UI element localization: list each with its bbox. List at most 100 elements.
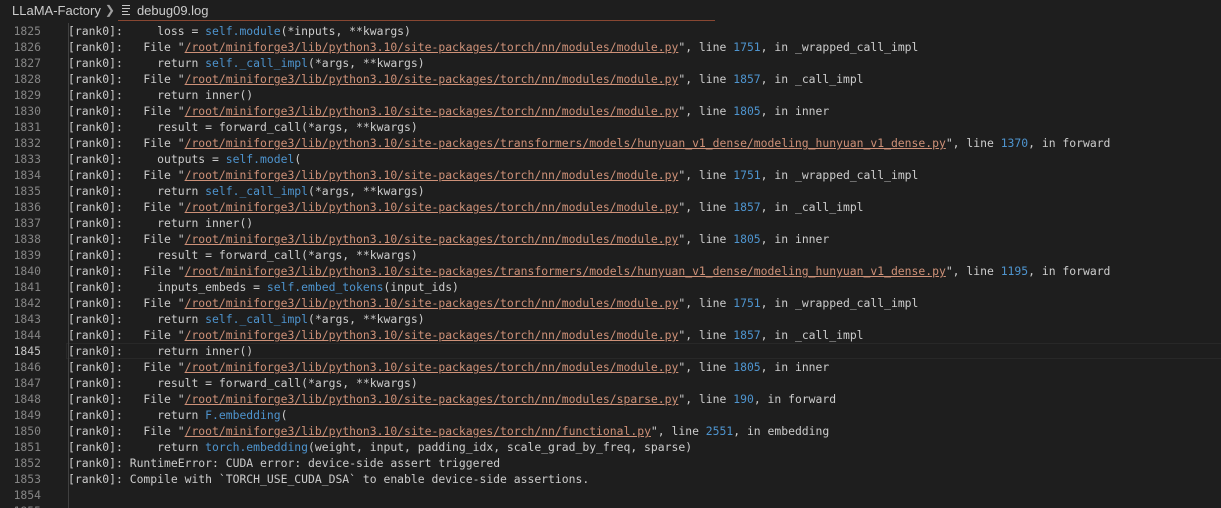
code-text: [rank0]: result = forward_call(*args, **… <box>68 247 418 263</box>
code-line[interactable]: 1840 [rank0]: File "/root/miniforge3/lib/… <box>0 263 1221 279</box>
file-path-link[interactable]: /root/miniforge3/lib/python3.10/site-pac… <box>185 296 679 310</box>
code-token: ", line <box>678 328 734 342</box>
code-token: [rank0]: result = forward_call(*args, **… <box>68 376 418 390</box>
file-path-link[interactable]: /root/miniforge3/lib/python3.10/site-pac… <box>185 40 679 54</box>
code-line[interactable]: 1853 [rank0]: Compile with `TORCH_USE_CUD… <box>0 471 1221 487</box>
code-token: 1857 <box>733 72 761 86</box>
editor[interactable]: 1825 [rank0]: loss = self.module(*inputs,… <box>0 20 1221 508</box>
line-number: 1835 <box>13 184 41 198</box>
file-path-link[interactable]: /root/miniforge3/lib/python3.10/site-pac… <box>185 424 651 438</box>
code-token: self.embed_tokens <box>266 280 384 294</box>
code-token: , in forward <box>753 392 837 406</box>
code-line[interactable]: 1825 [rank0]: loss = self.module(*inputs,… <box>0 23 1221 39</box>
code-line[interactable]: 1855 <box>0 503 1221 508</box>
line-number: 1836 <box>13 200 41 214</box>
line-number: 1837 <box>13 216 41 230</box>
code-text: [rank0]: return inner() <box>68 87 253 103</box>
code-line[interactable]: 1826 [rank0]: File "/root/miniforge3/lib/… <box>0 39 1221 55</box>
code-line[interactable]: 1851 [rank0]: return torch.embedding(weig… <box>0 439 1221 455</box>
line-number: 1831 <box>13 120 41 134</box>
code-token: 1751 <box>733 168 761 182</box>
code-token: [rank0]: return <box>68 184 206 198</box>
code-line[interactable]: 1841 [rank0]: inputs_embeds = self.embed_… <box>0 279 1221 295</box>
code-line[interactable]: 1835 [rank0]: return self._call_impl(*arg… <box>0 183 1221 199</box>
code-line[interactable]: 1844 [rank0]: File "/root/miniforge3/lib/… <box>0 327 1221 343</box>
file-path-link[interactable]: /root/miniforge3/lib/python3.10/site-pac… <box>185 200 679 214</box>
code-token: [rank0]: Compile with `TORCH_USE_CUDA_DS… <box>68 472 590 486</box>
file-path-link[interactable]: /root/miniforge3/lib/python3.10/site-pac… <box>185 360 679 374</box>
code-line[interactable]: 1834 [rank0]: File "/root/miniforge3/lib/… <box>0 167 1221 183</box>
file-path-link[interactable]: /root/miniforge3/lib/python3.10/site-pac… <box>185 392 679 406</box>
code-line[interactable]: 1849 [rank0]: return F.embedding( <box>0 407 1221 423</box>
code-line[interactable]: 1827 [rank0]: return self._call_impl(*arg… <box>0 55 1221 71</box>
code-text: [rank0]: File "/root/miniforge3/lib/pyth… <box>68 263 1110 279</box>
code-text: [rank0]: File "/root/miniforge3/lib/pyth… <box>68 391 836 407</box>
file-path-link[interactable]: /root/miniforge3/lib/python3.10/site-pac… <box>185 104 679 118</box>
file-path-link[interactable]: /root/miniforge3/lib/python3.10/site-pac… <box>185 72 679 86</box>
line-number: 1825 <box>13 24 41 38</box>
code-token: , in _wrapped_call_impl <box>760 40 919 54</box>
code-line[interactable]: 1848 [rank0]: File "/root/miniforge3/lib/… <box>0 391 1221 407</box>
code-token: 2551 <box>705 424 734 438</box>
breadcrumb-file[interactable]: debug09.log <box>137 3 209 18</box>
file-path-link[interactable]: /root/miniforge3/lib/python3.10/site-pac… <box>185 136 946 150</box>
code-token: (*args, **kwargs) <box>308 56 425 70</box>
line-number: 1826 <box>13 40 41 54</box>
line-number: 1827 <box>13 56 41 70</box>
code-line[interactable]: 1836 [rank0]: File "/root/miniforge3/lib/… <box>0 199 1221 215</box>
line-number: 1853 <box>13 472 41 486</box>
code-token: 1751 <box>733 40 761 54</box>
code-token: ", line <box>678 104 734 118</box>
code-token: [rank0]: File " <box>68 72 185 86</box>
code-text: [rank0]: return torch.embedding(weight, … <box>68 439 692 455</box>
code-token: error: <box>260 456 302 470</box>
code-line[interactable]: 1845 [rank0]: return inner() <box>0 343 1221 359</box>
code-text: [rank0]: File "/root/miniforge3/lib/pyth… <box>68 199 864 215</box>
code-line[interactable]: 1852 [rank0]: RuntimeError: CUDA error: d… <box>0 455 1221 471</box>
code-line[interactable]: 1832 [rank0]: File "/root/miniforge3/lib/… <box>0 135 1221 151</box>
code-line[interactable]: 1830 [rank0]: File "/root/miniforge3/lib/… <box>0 103 1221 119</box>
code-token: , in inner <box>760 360 830 374</box>
code-token: [rank0]: File " <box>68 424 185 438</box>
code-line[interactable]: 1828 [rank0]: File "/root/miniforge3/lib/… <box>0 71 1221 87</box>
code-text: [rank0]: return self._call_impl(*args, *… <box>68 55 425 71</box>
file-path-link[interactable]: /root/miniforge3/lib/python3.10/site-pac… <box>185 328 679 342</box>
file-lines-icon <box>120 4 132 16</box>
line-number: 1832 <box>13 136 41 150</box>
code-line[interactable]: 1829 [rank0]: return inner() <box>0 87 1221 103</box>
code-line[interactable]: 1842 [rank0]: File "/root/miniforge3/lib/… <box>0 295 1221 311</box>
code-text: [rank0]: outputs = self.model( <box>68 151 301 167</box>
code-line[interactable]: 1854 <box>0 487 1221 503</box>
code-text: [rank0]: File "/root/miniforge3/lib/pyth… <box>68 71 864 87</box>
code-line[interactable]: 1831 [rank0]: result = forward_call(*args… <box>0 119 1221 135</box>
code-token: (*args, **kwargs) <box>308 184 425 198</box>
code-text: [rank0]: RuntimeError: CUDA error: devic… <box>68 455 500 471</box>
code-line[interactable]: 1833 [rank0]: outputs = self.model( <box>0 151 1221 167</box>
code-text: [rank0]: return F.embedding( <box>68 407 287 423</box>
line-number: 1852 <box>13 456 41 470</box>
code-token: [rank0]: return <box>68 408 206 422</box>
code-line[interactable]: 1843 [rank0]: return self._call_impl(*arg… <box>0 311 1221 327</box>
code-line[interactable]: 1839 [rank0]: result = forward_call(*args… <box>0 247 1221 263</box>
code-token: , in forward <box>1028 264 1111 278</box>
code-line[interactable]: 1837 [rank0]: return inner() <box>0 215 1221 231</box>
file-path-link[interactable]: /root/miniforge3/lib/python3.10/site-pac… <box>185 168 679 182</box>
code-text: [rank0]: return self._call_impl(*args, *… <box>68 311 425 327</box>
code-token: ", line <box>678 40 734 54</box>
breadcrumb-folder[interactable]: LLaMA-Factory <box>12 3 101 18</box>
code-text: [rank0]: File "/root/miniforge3/lib/pyth… <box>68 39 918 55</box>
line-number: 1838 <box>13 232 41 246</box>
code-token: self._call_impl <box>205 56 309 70</box>
file-path-link[interactable]: /root/miniforge3/lib/python3.10/site-pac… <box>185 232 679 246</box>
code-line[interactable]: 1846 [rank0]: File "/root/miniforge3/lib/… <box>0 359 1221 375</box>
code-token: [rank0]: inputs_embeds = <box>68 280 267 294</box>
code-line[interactable]: 1847 [rank0]: result = forward_call(*args… <box>0 375 1221 391</box>
line-number: 1841 <box>13 280 41 294</box>
code-token: [rank0]: File " <box>68 104 185 118</box>
code-token: ", line <box>678 200 734 214</box>
line-number: 1840 <box>13 264 41 278</box>
code-line[interactable]: 1850 [rank0]: File "/root/miniforge3/lib/… <box>0 423 1221 439</box>
line-number: 1828 <box>13 72 41 86</box>
code-line[interactable]: 1838 [rank0]: File "/root/miniforge3/lib/… <box>0 231 1221 247</box>
file-path-link[interactable]: /root/miniforge3/lib/python3.10/site-pac… <box>185 264 946 278</box>
